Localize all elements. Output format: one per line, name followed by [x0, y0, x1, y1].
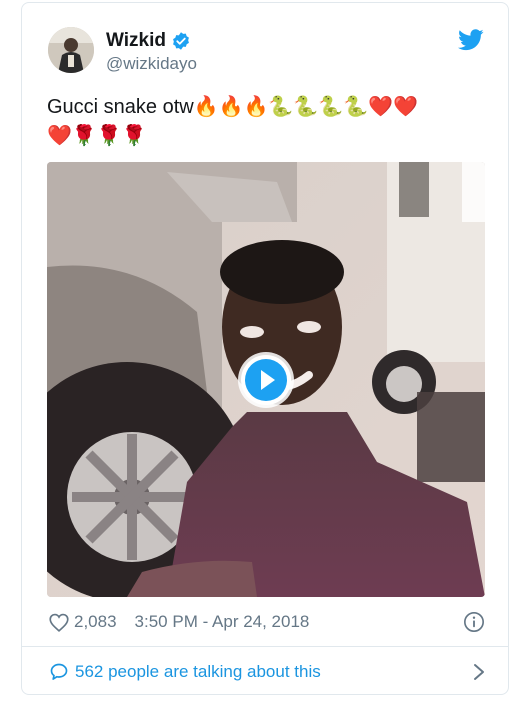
- author-name-row: Wizkid: [106, 30, 191, 52]
- verified-badge-icon: [173, 32, 189, 50]
- like-button[interactable]: 2,083: [49, 612, 117, 632]
- tweet-meta-row: 2,083 3:50 PM - Apr 24, 2018: [49, 611, 485, 633]
- tweet-text: Gucci snake otw🔥🔥🔥🐍🐍🐍🐍❤️❤️ ❤️🌹🌹🌹: [47, 93, 487, 151]
- play-icon: [245, 358, 287, 401]
- tweet-card: Wizkid @wizkidayo Gucci snake otw🔥🔥🔥🐍🐍🐍🐍…: [21, 2, 509, 695]
- info-icon[interactable]: [463, 611, 485, 633]
- twitter-bird-icon[interactable]: [458, 29, 484, 51]
- tweet-timestamp[interactable]: 3:50 PM - Apr 24, 2018: [135, 612, 310, 632]
- tweet-text-line-2: ❤️🌹🌹🌹: [47, 125, 147, 147]
- play-button[interactable]: [241, 354, 291, 405]
- chevron-right-icon: [474, 664, 484, 680]
- avatar[interactable]: [48, 27, 94, 73]
- speech-bubble-icon: [50, 663, 68, 680]
- author-name[interactable]: Wizkid: [106, 30, 166, 52]
- divider: [22, 646, 508, 647]
- conversation-link[interactable]: 562 people are talking about this: [49, 662, 485, 682]
- conversation-count-label: 562 people are talking about this: [75, 662, 321, 681]
- heart-outline-icon: [49, 613, 69, 632]
- like-count: 2,083: [74, 612, 117, 631]
- tweet-text-line-1: Gucci snake otw🔥🔥🔥🐍🐍🐍🐍❤️❤️: [47, 96, 418, 118]
- author-handle[interactable]: @wizkidayo: [106, 54, 197, 74]
- video-thumbnail[interactable]: [47, 162, 485, 597]
